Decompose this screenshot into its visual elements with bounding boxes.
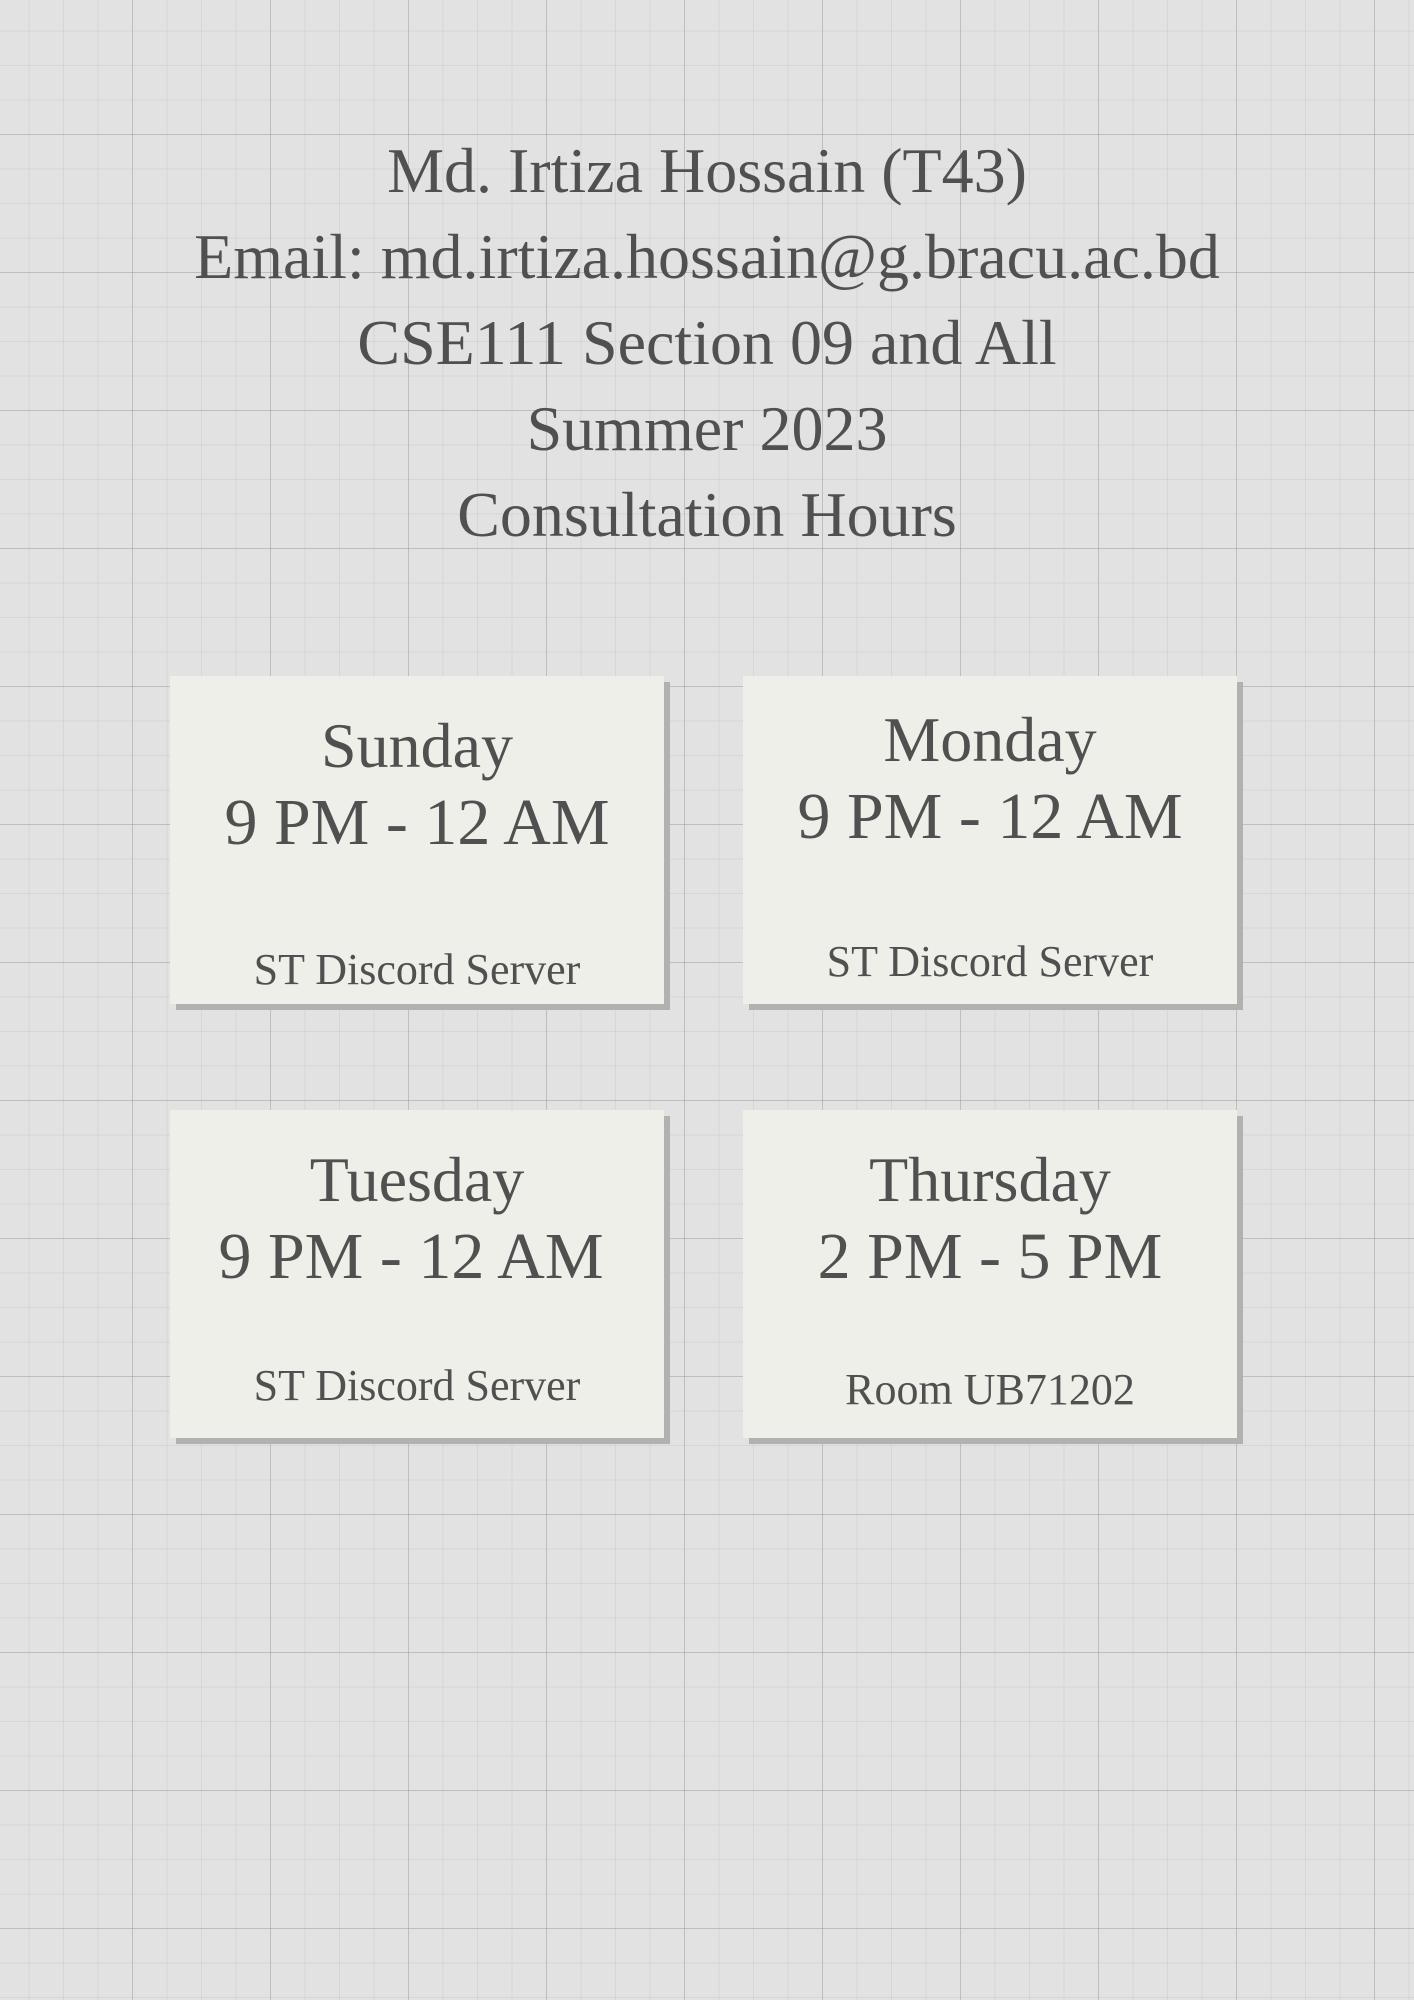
- card-time: 2 PM - 5 PM: [817, 1220, 1163, 1293]
- schedule-card-thursday: Thursday 2 PM - 5 PM Room UB71202: [743, 1110, 1237, 1438]
- card-day: Sunday: [321, 710, 513, 781]
- schedule-card-monday: Monday 9 PM - 12 AM ST Discord Server: [743, 676, 1237, 1004]
- card-time: 9 PM - 12 AM: [797, 780, 1183, 853]
- card-day: Monday: [883, 704, 1097, 775]
- card-location: ST Discord Server: [253, 1361, 581, 1410]
- schedule-card-sunday: Sunday 9 PM - 12 AM ST Discord Server: [170, 676, 664, 1004]
- semester: Summer 2023: [526, 393, 888, 464]
- course-section: CSE111 Section 09 and All: [357, 307, 1057, 378]
- schedule-card-tuesday: Tuesday 9 PM - 12 AM ST Discord Server: [170, 1110, 664, 1438]
- card-location: ST Discord Server: [253, 945, 581, 994]
- instructor-email: Email: md.irtiza.hossain@g.bracu.ac.bd: [194, 221, 1220, 292]
- card-time: 9 PM - 12 AM: [224, 786, 610, 859]
- card-time: 9 PM - 12 AM: [218, 1220, 604, 1293]
- card-day: Tuesday: [309, 1144, 525, 1215]
- instructor-name: Md. Irtiza Hossain (T43): [387, 135, 1027, 206]
- card-location: ST Discord Server: [826, 937, 1154, 986]
- card-location: Room UB71202: [845, 1365, 1135, 1414]
- header: Md. Irtiza Hossain (T43) Email: md.irtiz…: [0, 128, 1414, 558]
- page-title: Consultation Hours: [457, 479, 957, 550]
- card-day: Thursday: [869, 1144, 1111, 1215]
